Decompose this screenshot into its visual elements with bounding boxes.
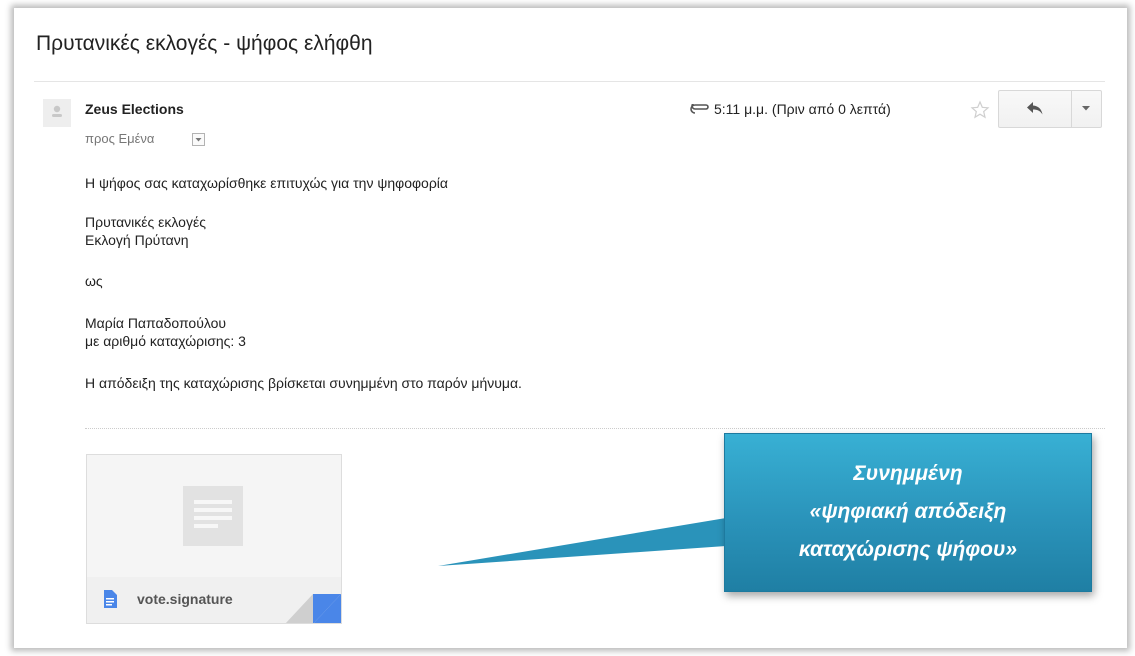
callout-line: «ψηφιακή απόδειξη — [809, 500, 1007, 523]
email-view: Πρυτανικές εκλογές - ψήφος ελήφθη Zeus E… — [14, 8, 1127, 648]
callout-line: Συνημμένη — [853, 462, 963, 485]
callout-text: Συνημμένη «ψηφιακή απόδειξη καταχώρισης … — [725, 455, 1091, 569]
callout-box: Συνημμένη «ψηφιακή απόδειξη καταχώρισης … — [724, 433, 1092, 592]
callout-line: καταχώρισης ψήφου» — [798, 538, 1018, 561]
